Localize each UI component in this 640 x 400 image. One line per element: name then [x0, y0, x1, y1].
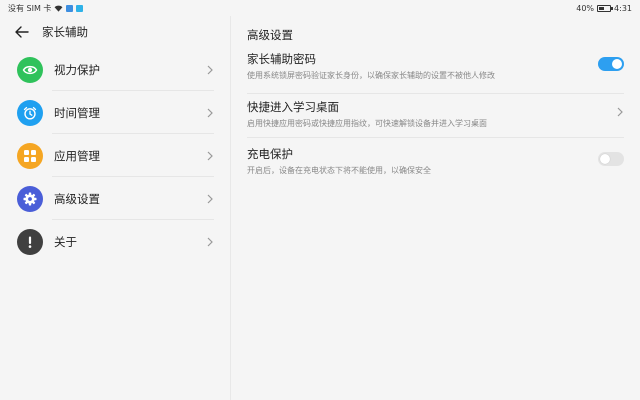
- header: 家长辅助: [14, 22, 88, 42]
- status-bar: 没有 SIM 卡 40% 4:31: [0, 0, 640, 16]
- settings-menu: 视力保护 时间管理 应用管理 高级设置 关于: [0, 48, 230, 263]
- clock-text: 4:31: [614, 3, 632, 13]
- charging-protection-toggle[interactable]: [598, 152, 624, 166]
- battery-text: 40%: [576, 3, 595, 13]
- setting-description: 使用系统锁屏密码验证家长身份，以确保家长辅助的设置不被他人修改: [247, 71, 495, 80]
- setting-description: 启用快捷应用密码或快捷应用指纹，可快速解锁设备并进入学习桌面: [247, 119, 487, 128]
- status-left: 没有 SIM 卡: [8, 3, 84, 14]
- eye-icon: [17, 56, 43, 83]
- left-pane: 家长辅助 视力保护 时间管理 应用管理 高级设置 关于: [0, 16, 230, 400]
- chevron-right-icon: [207, 65, 213, 74]
- gear-icon: [17, 185, 43, 212]
- divider: [247, 137, 624, 138]
- parent-password-toggle[interactable]: [598, 57, 624, 71]
- wifi-icon: [55, 5, 63, 12]
- back-arrow-icon[interactable]: [14, 24, 30, 40]
- setting-parent-password[interactable]: 家长辅助密码 使用系统锁屏密码验证家长身份，以确保家长辅助的设置不被他人修改: [247, 51, 624, 91]
- setting-description: 开启后，设备在充电状态下将不能使用，以确保安全: [247, 166, 431, 175]
- menu-item-label: 视力保护: [54, 62, 100, 77]
- chevron-right-icon: [207, 108, 213, 117]
- notification-badge-icon: [66, 4, 74, 12]
- menu-item-label: 时间管理: [54, 105, 100, 120]
- status-right: 40% 4:31: [576, 4, 632, 13]
- setting-charging-protection[interactable]: 充电保护 开启后，设备在充电状态下将不能使用，以确保安全: [247, 146, 624, 186]
- battery-icon: [597, 4, 614, 12]
- info-exclamation-icon: [17, 228, 43, 255]
- notification-badge-icon: [76, 4, 84, 12]
- screen: 没有 SIM 卡 40% 4:31 家长辅助 视力保护 时间管理 应用管理 高级…: [0, 0, 640, 400]
- menu-item-advanced-settings[interactable]: 高级设置: [0, 177, 230, 220]
- chevron-right-icon: [207, 194, 213, 203]
- menu-item-eye-protection[interactable]: 视力保护: [0, 48, 230, 91]
- menu-item-about[interactable]: 关于: [0, 220, 230, 263]
- chevron-right-icon: [207, 151, 213, 160]
- section-title: 高级设置: [247, 28, 293, 42]
- setting-title: 充电保护: [247, 147, 293, 161]
- menu-item-time-management[interactable]: 时间管理: [0, 91, 230, 134]
- detail-pane: 高级设置 家长辅助密码 使用系统锁屏密码验证家长身份，以确保家长辅助的设置不被他…: [231, 16, 640, 400]
- setting-title: 快捷进入学习桌面: [247, 100, 339, 114]
- menu-item-label: 关于: [54, 234, 77, 249]
- alarm-clock-icon: [17, 99, 43, 126]
- chevron-right-icon: [207, 237, 213, 246]
- carrier-text: 没有 SIM 卡: [8, 3, 52, 13]
- setting-title: 家长辅助密码: [247, 52, 316, 66]
- page-title: 家长辅助: [42, 25, 88, 39]
- divider: [247, 93, 624, 94]
- apps-grid-icon: [17, 142, 43, 169]
- menu-item-label: 高级设置: [54, 191, 100, 206]
- menu-item-app-management[interactable]: 应用管理: [0, 134, 230, 177]
- chevron-right-icon: [617, 107, 623, 117]
- menu-item-label: 应用管理: [54, 148, 100, 163]
- setting-quick-study-desktop[interactable]: 快捷进入学习桌面 启用快捷应用密码或快捷应用指纹，可快速解锁设备并进入学习桌面: [247, 99, 624, 139]
